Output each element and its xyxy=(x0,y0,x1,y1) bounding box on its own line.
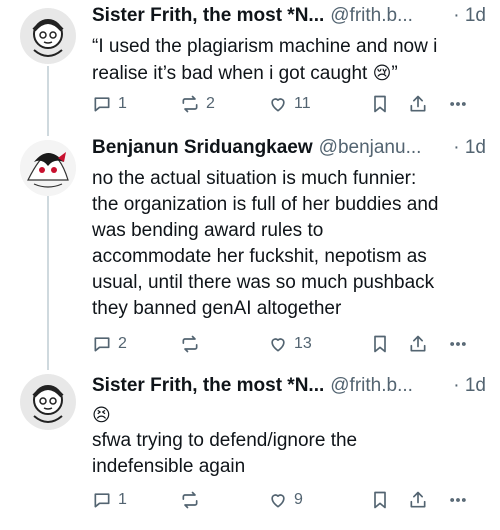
like-count: 13 xyxy=(294,335,312,352)
repost-button[interactable] xyxy=(180,490,206,510)
post-text: “I used the plagiarism machine and now i… xyxy=(92,34,486,87)
more-button[interactable] xyxy=(448,490,468,510)
text-line: realise it’s bad when i got caught 😢” xyxy=(92,63,398,84)
closing-quote: ” xyxy=(391,63,398,84)
like-count: 11 xyxy=(294,95,311,112)
reply-count: 1 xyxy=(118,491,127,508)
post-text: no the actual situation is much funnier:… xyxy=(92,166,486,322)
reply-icon xyxy=(94,337,110,352)
reply-button[interactable]: 1 xyxy=(92,490,127,510)
thread-line xyxy=(47,66,49,136)
like-button[interactable]: 9 xyxy=(268,490,303,510)
post-header: Sister Frith, the most *N... @frith.b... … xyxy=(92,2,486,30)
like-icon xyxy=(271,338,285,352)
more-button[interactable] xyxy=(448,94,468,114)
post-time[interactable]: 1d xyxy=(465,137,486,158)
repost-icon xyxy=(182,491,198,509)
share-icon xyxy=(410,491,426,508)
avatar[interactable] xyxy=(20,140,76,196)
repost-icon xyxy=(182,95,198,113)
like-button[interactable]: 13 xyxy=(268,334,312,354)
separator-dot: · xyxy=(453,375,460,396)
more-icon xyxy=(450,342,466,346)
author-name[interactable]: Sister Frith, the most *N... xyxy=(92,375,324,396)
bookmark-icon xyxy=(374,95,386,113)
share-icon xyxy=(410,335,426,352)
like-icon xyxy=(271,494,285,508)
repost-icon xyxy=(182,335,198,353)
author-handle[interactable]: @benjanu... xyxy=(319,137,422,158)
bookmark-button[interactable] xyxy=(370,490,390,510)
share-icon xyxy=(410,95,426,112)
author-handle[interactable]: @frith.b... xyxy=(330,5,413,26)
bookmark-icon xyxy=(374,491,386,509)
post-header: Benjanun Sriduangkaew @benjanu... · 1d xyxy=(92,134,486,162)
reply-icon xyxy=(94,97,110,112)
author-handle[interactable]: @frith.b... xyxy=(330,375,413,396)
separator-dot: · xyxy=(453,137,460,158)
avatar[interactable] xyxy=(20,374,76,430)
repost-button[interactable] xyxy=(180,334,206,354)
text-line: usual, until there was so much pushback xyxy=(92,272,435,293)
bookmark-button[interactable] xyxy=(370,94,390,114)
post-time[interactable]: 1d xyxy=(465,375,486,396)
text-line: “I used the plagiarism machine and now i xyxy=(92,36,438,57)
text-line: indefensible again xyxy=(92,456,246,477)
crying-face-emoji: 😢 xyxy=(372,63,392,83)
post-actions: 2 13 xyxy=(92,334,486,358)
more-icon xyxy=(450,498,466,502)
text-line: accommodate her fuckshit, nepotism as xyxy=(92,246,427,267)
thread-line xyxy=(47,196,49,370)
reply-count: 2 xyxy=(118,335,127,352)
repost-count: 2 xyxy=(206,95,215,112)
reply-button[interactable]: 1 xyxy=(92,94,127,114)
like-count: 9 xyxy=(294,491,303,508)
text-line: the organization is full of her buddies … xyxy=(92,194,439,215)
text-line: no the actual situation is much funnier: xyxy=(92,168,417,189)
avatar[interactable] xyxy=(20,8,76,64)
reply-button[interactable]: 2 xyxy=(92,334,127,354)
repost-button[interactable]: 2 xyxy=(180,94,215,114)
text-line: they banned genAI altogether xyxy=(92,298,342,319)
like-button[interactable]: 11 xyxy=(268,94,311,114)
more-button[interactable] xyxy=(448,334,468,354)
reply-icon xyxy=(94,493,110,508)
like-icon xyxy=(271,98,285,112)
bookmark-icon xyxy=(374,335,386,353)
post-actions: 1 9 xyxy=(92,490,486,514)
post-actions: 1 2 11 xyxy=(92,94,486,118)
text-line: sfwa trying to defend/ignore the xyxy=(92,430,358,451)
bookmark-button[interactable] xyxy=(370,334,390,354)
persevering-face-emoji: 😣 xyxy=(92,405,111,425)
post-header: Sister Frith, the most *N... @frith.b... … xyxy=(92,372,486,400)
text-line: was bending award rules to xyxy=(92,220,324,241)
post-text: 😣 sfwa trying to defend/ignore the indef… xyxy=(92,402,486,480)
author-name[interactable]: Sister Frith, the most *N... xyxy=(92,5,324,26)
share-button[interactable] xyxy=(408,334,428,354)
reply-count: 1 xyxy=(118,95,127,112)
post-time[interactable]: 1d xyxy=(465,5,486,26)
share-button[interactable] xyxy=(408,490,428,510)
author-name[interactable]: Benjanun Sriduangkaew xyxy=(92,137,313,158)
more-icon xyxy=(450,102,466,106)
share-button[interactable] xyxy=(408,94,428,114)
separator-dot: · xyxy=(453,5,460,26)
